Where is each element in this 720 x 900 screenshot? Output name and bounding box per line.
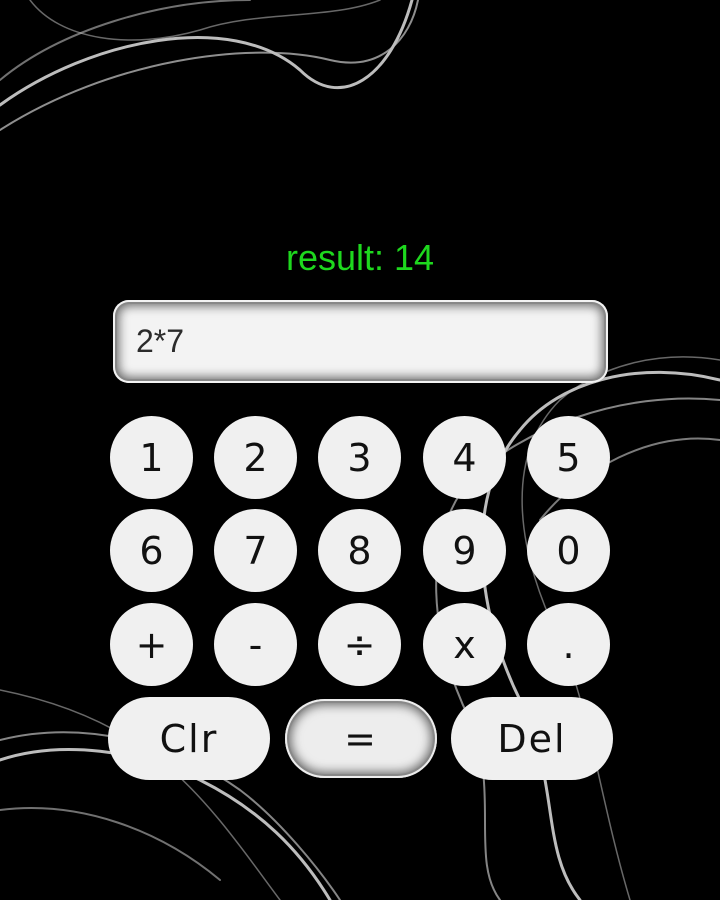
clear-button[interactable]: Clr (108, 697, 270, 780)
result-label: result: 14 (285, 237, 435, 278)
key-4-button[interactable]: 4 (423, 416, 506, 499)
minus-button[interactable]: - (214, 603, 297, 686)
plus-button[interactable]: + (110, 603, 193, 686)
decimal-point-button[interactable]: . (527, 603, 610, 686)
expression-input[interactable]: 2*7 (113, 300, 608, 383)
divide-button[interactable]: ÷ (318, 603, 401, 686)
key-7-button[interactable]: 7 (214, 509, 297, 592)
key-3-button[interactable]: 3 (318, 416, 401, 499)
delete-button[interactable]: Del (451, 697, 613, 780)
key-5-button[interactable]: 5 (527, 416, 610, 499)
key-2-button[interactable]: 2 (214, 416, 297, 499)
multiply-button[interactable]: x (423, 603, 506, 686)
key-6-button[interactable]: 6 (110, 509, 193, 592)
key-8-button[interactable]: 8 (318, 509, 401, 592)
key-1-button[interactable]: 1 (110, 416, 193, 499)
equals-button[interactable]: = (285, 699, 437, 778)
key-9-button[interactable]: 9 (423, 509, 506, 592)
key-0-button[interactable]: 0 (527, 509, 610, 592)
